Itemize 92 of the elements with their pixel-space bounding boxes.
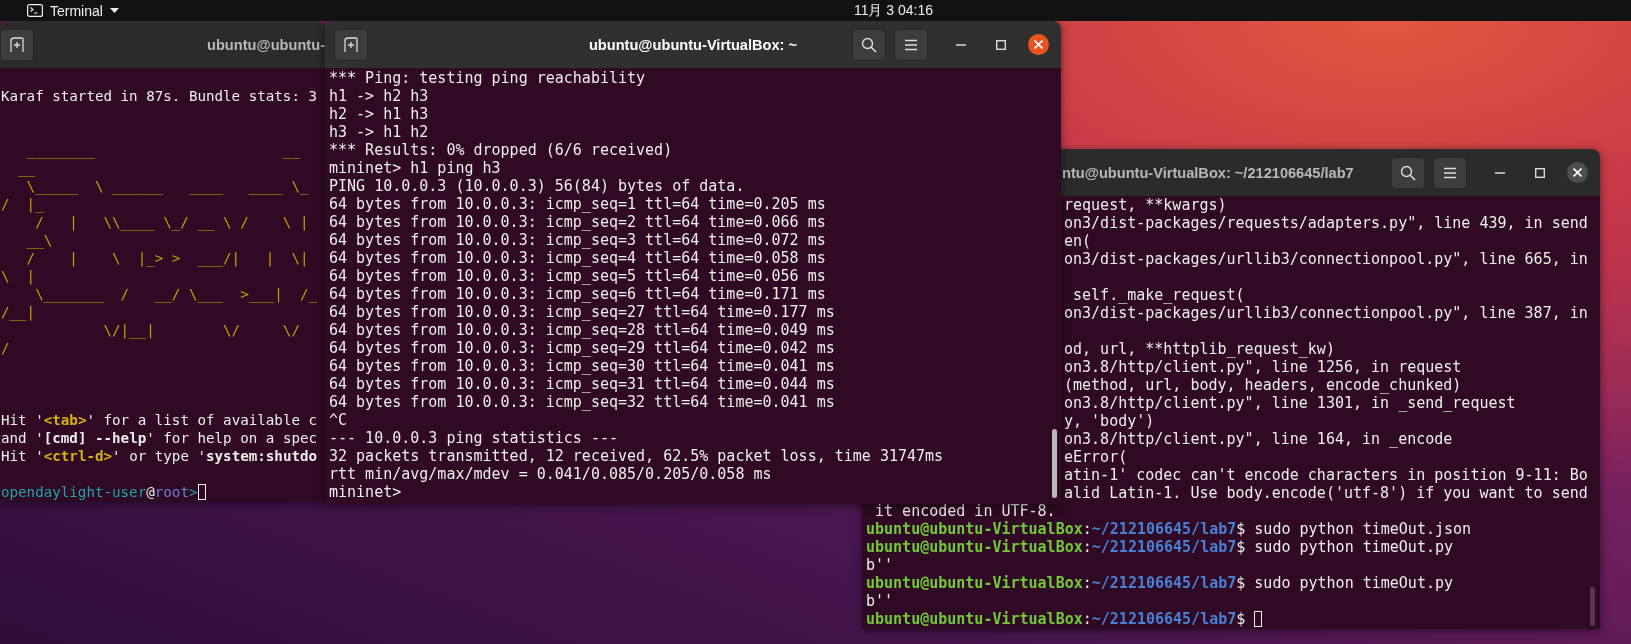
- terminal-line: *** Ping: testing ping reachability: [329, 69, 646, 87]
- terminal-line: h1 -> h2 h3: [329, 87, 429, 105]
- ascii-art-line: / |_: [1, 195, 44, 213]
- menu-icon: [904, 38, 918, 51]
- terminal-line: atin-1' codec can't encode characters in position 9-11: Bo: [1064, 466, 1588, 484]
- new-tab-button[interactable]: [0, 28, 34, 61]
- terminal-line: 64 bytes from 10.0.0.3: icmp_seq=28 ttl=64 time=0.049 ms: [329, 321, 835, 339]
- terminal-line: 64 bytes from 10.0.0.3: icmp_seq=3 ttl=64 time=0.072 ms: [329, 231, 826, 249]
- terminal-line: b'': [866, 592, 894, 610]
- terminal-line: 64 bytes from 10.0.0.3: icmp_seq=4 ttl=64 time=0.058 ms: [329, 249, 826, 267]
- terminal-line: ubuntu@ubuntu-VirtualBox:~/212106645/lab7$ sudo python timeOut.py: [866, 538, 1454, 556]
- search-icon: [861, 36, 877, 53]
- ascii-art-line: __: [17, 159, 36, 177]
- app-menu[interactable]: Terminal: [27, 2, 119, 19]
- terminal-line: od, url, **httplib_request_kw): [1064, 340, 1335, 358]
- terminal-icon: [27, 4, 43, 17]
- terminal-line: ubuntu@ubuntu-VirtualBox:~/212106645/lab7$ sudo python timeOut.json: [866, 520, 1472, 538]
- terminal-line: h2 -> h1 h3: [329, 105, 429, 123]
- minimize-icon: [956, 43, 966, 46]
- terminal-line: 64 bytes from 10.0.0.3: icmp_seq=6 ttl=64 time=0.171 ms: [329, 285, 826, 303]
- terminal-line: ^C: [329, 411, 348, 429]
- terminal-line: it encoded in UTF-8.: [874, 502, 1056, 520]
- minimize-icon: [1495, 171, 1505, 174]
- terminal-line: on3/dist-packages/urllib3/connectionpool.py", line 665, in: [1064, 250, 1588, 268]
- terminal-line: 64 bytes from 10.0.0.3: icmp_seq=27 ttl=64 time=0.177 ms: [329, 303, 835, 321]
- ascii-art-line: /: [1, 339, 10, 357]
- terminal-line: self._make_request(: [1072, 286, 1245, 304]
- terminal-line: ubuntu@ubuntu-VirtualBox:~/212106645/lab7$: [866, 610, 1246, 628]
- menu-icon: [1443, 166, 1457, 179]
- scrollbar-thumb[interactable]: [1052, 429, 1057, 498]
- ascii-art-line: / | \ |_> > ___/| | \|: [25, 249, 309, 267]
- terminal-line: *** Results: 0% dropped (6/6 received): [329, 141, 673, 159]
- window-title: ubuntu@ubuntu-: [207, 36, 325, 53]
- close-button[interactable]: [1028, 34, 1049, 55]
- terminal-line: 64 bytes from 10.0.0.3: icmp_seq=2 ttl=64 time=0.066 ms: [329, 213, 826, 231]
- terminal-line: request, **kwargs): [1064, 196, 1227, 214]
- ascii-art-line: \_______ / __/ \___ >___| /_: [34, 285, 318, 303]
- terminal-line: Hit '<tab>' for a list of available c: [1, 411, 318, 429]
- terminal-line: on3.8/http/client.py", line 1301, in _send_request: [1064, 394, 1516, 412]
- terminal-line: on3.8/http/client.py", line 164, in _encode: [1064, 430, 1453, 448]
- ascii-art-line: ________ __: [25, 141, 300, 159]
- caret-icon: [109, 8, 119, 13]
- terminal-line: and '[cmd] --help' for help on a spec: [1, 429, 318, 447]
- terminal-line: alid Latin-1. Use body.encode('utf-8') if you want to send: [1064, 484, 1588, 502]
- search-button[interactable]: [852, 28, 886, 61]
- menu-button[interactable]: [894, 28, 928, 61]
- close-icon: [1034, 40, 1043, 49]
- terminal-line: on3/dist-packages/requests/adapters.py", line 439, in send: [1064, 214, 1588, 232]
- terminal-line: on3.8/http/client.py", line 1256, in request: [1064, 358, 1462, 376]
- close-button[interactable]: [1567, 162, 1588, 183]
- window-title: ntu@ubuntu-VirtualBox: ~/212106645/lab7: [1062, 164, 1354, 181]
- ascii-art-line: /__|: [1, 303, 36, 321]
- terminal-line: 32 packets transmitted, 12 received, 62.5% packet loss, time 31747ms: [329, 447, 944, 465]
- terminal-line: opendaylight-user@root>: [1, 483, 198, 501]
- terminal-line: mininet> h1 ping h3: [329, 159, 501, 177]
- terminal-line: Hit '<ctrl-d>' or type 'system:shutdo: [1, 447, 318, 465]
- terminal-line: y, 'body'): [1064, 412, 1155, 430]
- search-icon: [1400, 164, 1416, 181]
- terminal-line: mininet>: [329, 483, 402, 501]
- new-tab-icon: [9, 36, 25, 53]
- ascii-art-line: __\: [25, 231, 53, 249]
- terminal-line: b'': [866, 556, 894, 574]
- terminal-line: rtt min/avg/max/mdev = 0.041/0.085/0.205/0.058 ms: [329, 465, 772, 483]
- ascii-art-line: \_____ \ ______ ____ ____ \_: [25, 177, 309, 195]
- ascii-art-line: \ |: [1, 267, 36, 285]
- terminal-line: --- 10.0.0.3 ping statistics ---: [329, 429, 618, 447]
- maximize-icon: [1535, 167, 1545, 178]
- terminal-line: on3/dist-packages/urllib3/connectionpool.py", line 387, in: [1064, 304, 1588, 322]
- terminal-line: 64 bytes from 10.0.0.3: icmp_seq=32 ttl=64 time=0.041 ms: [329, 393, 835, 411]
- new-tab-button[interactable]: [334, 28, 368, 61]
- terminal-line: en(: [1064, 232, 1092, 250]
- clock: 11月 3 04:16: [853, 1, 934, 20]
- terminal-line: PING 10.0.0.3 (10.0.0.3) 56(84) bytes of data.: [329, 177, 745, 195]
- terminal-line: 64 bytes from 10.0.0.3: icmp_seq=30 ttl=64 time=0.041 ms: [329, 357, 835, 375]
- ascii-art-line: / | \\____ \_/ __ \ / \ |: [34, 213, 309, 231]
- maximize-icon: [996, 39, 1006, 50]
- new-tab-icon: [343, 36, 359, 53]
- terminal-line: ubuntu@ubuntu-VirtualBox:~/212106645/lab7$ sudo python timeOut.py: [866, 574, 1454, 592]
- terminal-line: (method, url, body, headers, encode_chunked): [1064, 376, 1462, 394]
- close-icon: [1573, 168, 1582, 177]
- terminal-line: h3 -> h1 h2: [329, 123, 429, 141]
- terminal-line: eError(: [1064, 448, 1128, 466]
- search-button[interactable]: [1391, 156, 1425, 189]
- menu-button[interactable]: [1433, 156, 1467, 189]
- terminal-line: 64 bytes from 10.0.0.3: icmp_seq=29 ttl=64 time=0.042 ms: [329, 339, 835, 357]
- terminal-line: 64 bytes from 10.0.0.3: icmp_seq=5 ttl=64 time=0.056 ms: [329, 267, 826, 285]
- terminal-line: 64 bytes from 10.0.0.3: icmp_seq=1 ttl=64 time=0.205 ms: [329, 195, 826, 213]
- scrollbar-thumb[interactable]: [1590, 587, 1595, 626]
- terminal-line: Karaf started in 87s. Bundle stats: 3: [1, 87, 318, 105]
- ascii-art-line: \/|__| \/ \/: [102, 321, 300, 339]
- terminal-line: 64 bytes from 10.0.0.3: icmp_seq=31 ttl=64 time=0.044 ms: [329, 375, 835, 393]
- window-title: ubuntu@ubuntu-VirtualBox: ~: [588, 36, 798, 53]
